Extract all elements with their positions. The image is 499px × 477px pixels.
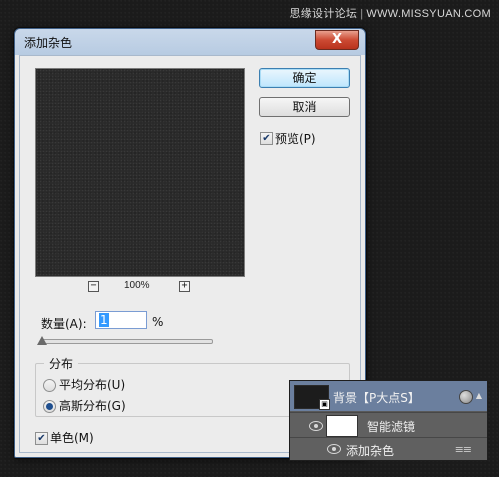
eye-icon[interactable] xyxy=(327,444,341,454)
monochromatic-checkbox[interactable]: ✔ xyxy=(35,432,48,445)
distribution-title: 分布 xyxy=(44,355,79,372)
uniform-label[interactable]: 平均分布(U) xyxy=(59,376,125,393)
layer-row-smart-filters[interactable]: 智能滤镜 xyxy=(290,412,487,437)
layer-name[interactable]: 背景【P大点S】 xyxy=(333,389,420,406)
preview-label[interactable]: 预览(P) xyxy=(275,130,316,147)
smart-filters-label: 智能滤镜 xyxy=(367,420,416,434)
amount-value: 1 xyxy=(99,313,109,327)
filter-mask-thumbnail[interactable] xyxy=(326,415,358,437)
blending-options-icon[interactable]: ≡≡ xyxy=(455,443,472,456)
smart-filter-toggle-icon[interactable] xyxy=(459,390,473,404)
collapse-arrow-icon[interactable]: ▲ xyxy=(476,391,482,400)
layer-thumbnail[interactable]: ▣ xyxy=(294,385,330,410)
amount-input[interactable]: 1 xyxy=(95,311,147,329)
monochromatic-label[interactable]: 单色(M) xyxy=(50,429,94,446)
zoom-out-button[interactable]: − xyxy=(88,281,99,292)
cancel-button[interactable]: 取消 xyxy=(259,97,350,117)
watermark: 思缘设计论坛 | WWW.MISSYUAN.COM xyxy=(289,5,491,21)
amount-slider-track[interactable] xyxy=(41,339,213,344)
ok-button[interactable]: 确定 xyxy=(259,68,350,88)
layer-row-filter[interactable]: 添加杂色 ≡≡ xyxy=(290,437,487,460)
zoom-level: 100% xyxy=(124,280,150,291)
gaussian-label[interactable]: 高斯分布(G) xyxy=(59,397,126,414)
amount-unit: % xyxy=(152,315,164,329)
close-button[interactable]: X xyxy=(315,30,359,50)
uniform-radio[interactable] xyxy=(43,379,56,392)
layer-row-background[interactable]: ▣ 背景【P大点S】 ▲ xyxy=(290,381,487,411)
eye-icon[interactable] xyxy=(309,421,323,431)
filter-name: 添加杂色 xyxy=(346,444,395,458)
amount-slider-thumb[interactable] xyxy=(37,336,47,345)
watermark-site-name: 思缘设计论坛 xyxy=(289,8,358,20)
preview-checkbox[interactable]: ✔ xyxy=(260,132,273,145)
dialog-titlebar[interactable]: 添加杂色 X xyxy=(15,29,365,55)
watermark-separator: | xyxy=(360,8,364,20)
watermark-site-url: WWW.MISSYUAN.COM xyxy=(366,8,491,20)
dialog-title: 添加杂色 xyxy=(24,36,73,50)
preview-canvas[interactable] xyxy=(35,68,245,277)
layers-panel: ▣ 背景【P大点S】 ▲ 智能滤镜 添加杂色 ≡≡ xyxy=(289,380,488,461)
zoom-in-button[interactable]: + xyxy=(179,281,190,292)
smart-object-icon: ▣ xyxy=(319,399,330,410)
amount-label: 数量(A): xyxy=(41,317,87,331)
gaussian-radio[interactable] xyxy=(43,400,56,413)
